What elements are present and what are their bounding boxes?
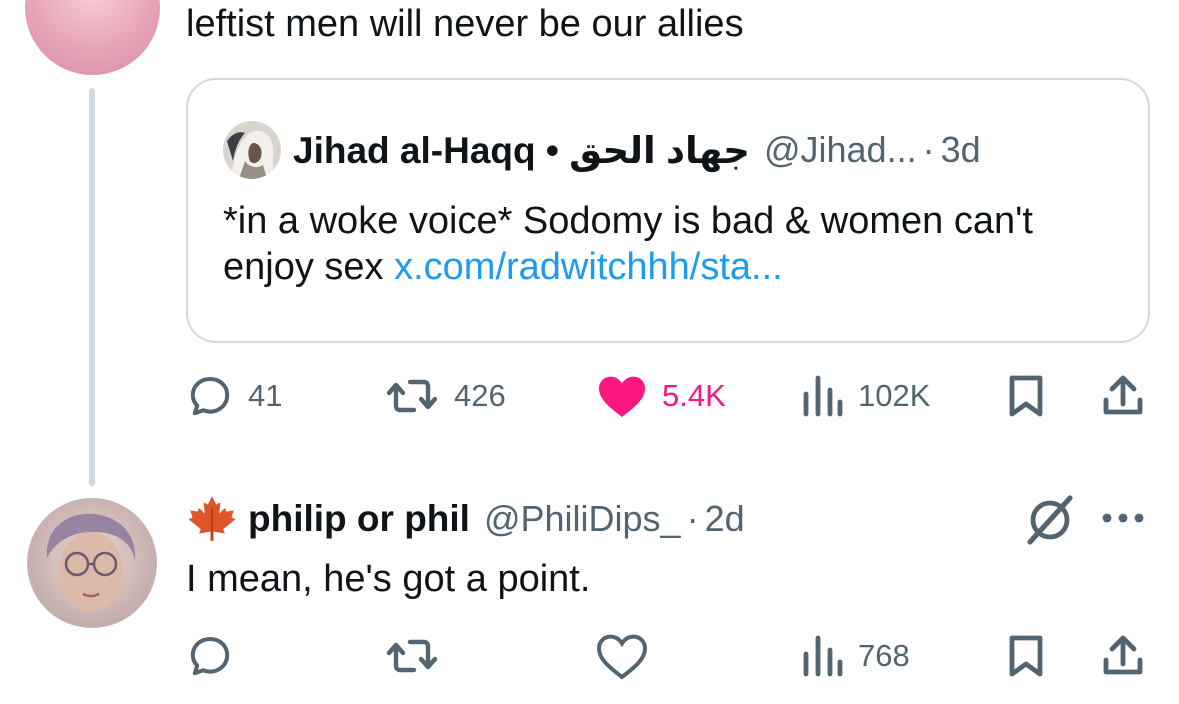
quoted-tweet-header: Jihad al-Haqq • جهاد الحق @Jihad... · 3d — [223, 120, 981, 180]
reply-timestamp[interactable]: 2d — [705, 498, 745, 540]
tweet-text: I mean, he's got a point. — [186, 558, 591, 600]
reply-button[interactable]: 41 — [186, 366, 282, 426]
separator-dot: · — [686, 498, 699, 539]
tweet-action-bar: 768 — [186, 626, 1150, 686]
reply-icon — [190, 377, 230, 416]
bookmark-button[interactable] — [1004, 366, 1048, 426]
repost-icon — [386, 639, 438, 673]
repost-icon — [386, 379, 438, 413]
views-count: 768 — [858, 638, 910, 673]
like-icon — [599, 376, 645, 417]
bookmark-icon — [1009, 375, 1043, 417]
reply-header: philip or phil @PhiliDips_ · 2d — [186, 490, 745, 548]
like-icon — [596, 634, 648, 680]
repost-count: 426 — [454, 378, 506, 413]
thread-connector-line — [89, 88, 95, 486]
grok-icon[interactable] — [1022, 492, 1078, 553]
repost-button[interactable]: 426 — [384, 366, 506, 426]
reply-count: 41 — [248, 378, 283, 413]
quoted-tweet-avatar[interactable] — [223, 121, 281, 179]
views-button[interactable]: 768 — [800, 626, 910, 686]
maple-leaf-icon — [186, 493, 238, 545]
avatar[interactable] — [25, 0, 160, 75]
share-icon — [1103, 635, 1143, 675]
bookmark-icon — [1009, 635, 1043, 677]
quoted-tweet-link[interactable]: x.com/radwitchhh/sta... — [394, 246, 783, 288]
tweet-text: leftist men will never be our allies — [186, 3, 744, 45]
like-button[interactable] — [596, 626, 648, 686]
separator-dot: · — [922, 129, 935, 170]
more-icon[interactable] — [1099, 500, 1147, 541]
like-button[interactable]: 5.4K — [596, 366, 726, 426]
reply-handle[interactable]: @PhiliDips_ — [484, 498, 681, 540]
like-count: 5.4K — [662, 378, 726, 413]
views-button[interactable]: 102K — [800, 366, 930, 426]
reply-button[interactable] — [186, 626, 234, 686]
avatar[interactable] — [27, 498, 157, 628]
share-button[interactable] — [1100, 366, 1146, 426]
tweet-action-bar: 41 426 5.4K 102K — [186, 366, 1150, 426]
views-count: 102K — [858, 378, 931, 413]
share-button[interactable] — [1100, 626, 1146, 686]
quoted-tweet-timestamp[interactable]: 3d — [941, 129, 981, 171]
quoted-tweet-handle[interactable]: @Jihad... — [764, 129, 917, 171]
reply-display-name[interactable]: philip or phil — [248, 498, 470, 540]
share-icon — [1103, 375, 1143, 415]
bookmark-button[interactable] — [1004, 626, 1048, 686]
quoted-tweet-card[interactable]: Jihad al-Haqq • جهاد الحق @Jihad... · 3d… — [186, 78, 1150, 343]
quoted-tweet-body: *in a woke voice* Sodomy is bad & women … — [223, 198, 1123, 290]
reply-icon — [190, 637, 230, 676]
repost-button[interactable] — [384, 626, 440, 686]
quoted-tweet-display-name[interactable]: Jihad al-Haqq • جهاد الحق — [293, 129, 750, 172]
views-icon — [803, 375, 843, 417]
views-icon — [803, 635, 843, 677]
